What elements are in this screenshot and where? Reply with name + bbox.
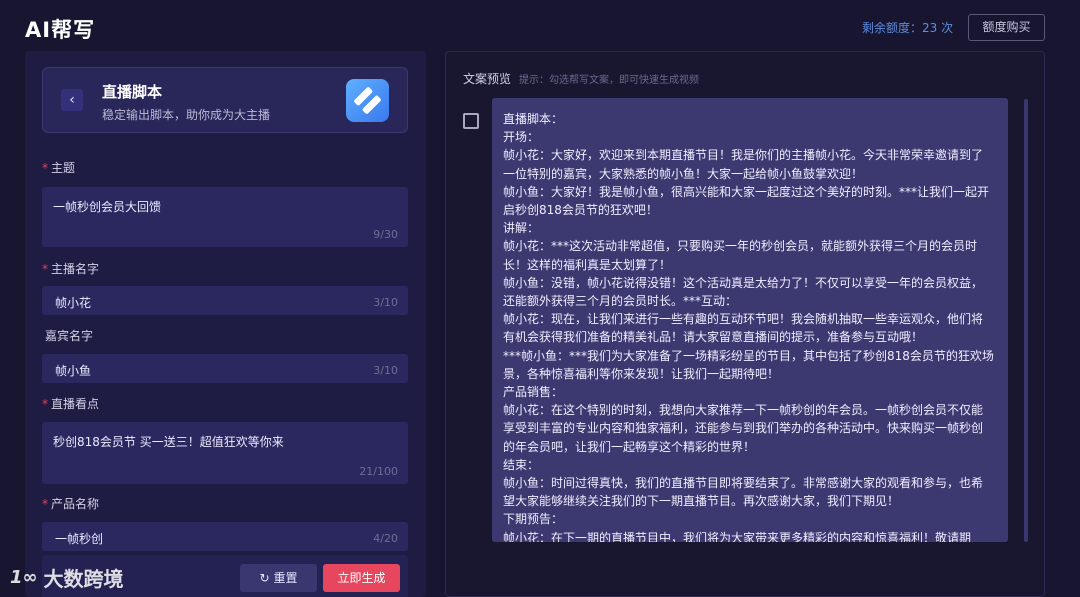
script-preview-box[interactable]: 直播脚本： 开场： 帧小花：大家好，欢迎来到本期直播节目！我是你们的主播帧小花。… xyxy=(492,98,1008,542)
host-name-input[interactable]: 帧小花 3/10 xyxy=(42,286,408,315)
select-script-checkbox[interactable] xyxy=(463,113,479,129)
product-name-label: * 产品名称 xyxy=(42,497,100,511)
back-button[interactable]: ‹ xyxy=(61,89,83,111)
topic-counter: 9/30 xyxy=(373,228,398,241)
host-name-counter: 3/10 xyxy=(373,296,398,309)
preview-label: 文案预览 xyxy=(463,72,512,86)
chevron-left-icon: ‹ xyxy=(69,92,75,108)
tool-logo-icon xyxy=(346,79,389,122)
highlights-counter: 21/100 xyxy=(359,465,398,478)
quota-text: 剩余额度：23 次 xyxy=(862,21,954,35)
script-text: 直播脚本： 开场： 帧小花：大家好，欢迎来到本期直播节目！我是你们的主播帧小花。… xyxy=(503,112,994,542)
guest-name-input[interactable]: 帧小鱼 3/10 xyxy=(42,354,408,383)
host-name-label: * 主播名字 xyxy=(42,262,100,276)
generate-button[interactable]: 立即生成 xyxy=(323,564,400,592)
reset-button[interactable]: ↻ 重置 xyxy=(240,564,317,592)
topic-input[interactable]: 一帧秒创会员大回馈 9/30 xyxy=(42,187,408,247)
topic-label: * 主题 xyxy=(42,161,76,175)
tool-header-card: ‹ 直播脚本 稳定输出脚本，助你成为大主播 xyxy=(42,67,408,133)
app-title: AI帮写 xyxy=(25,18,96,42)
guest-name-counter: 3/10 xyxy=(373,364,398,377)
watermark-logo-icon: 1∞ xyxy=(10,567,38,588)
preview-hint: 提示：勾选帮写文案，即可快速生成视频 xyxy=(519,75,699,86)
preview-panel: 文案预览 提示：勾选帮写文案，即可快速生成视频 直播脚本： 开场： 帧小花：大家… xyxy=(445,51,1045,597)
product-name-input[interactable]: 一帧秒创 4/20 xyxy=(42,522,408,551)
buy-quota-button[interactable]: 额度购买 xyxy=(968,14,1045,41)
guest-name-label: 嘉宾名字 xyxy=(45,329,94,343)
form-panel: ‹ 直播脚本 稳定输出脚本，助你成为大主播 * 主题 一帧秒创会员大回馈 9/30… xyxy=(25,51,426,597)
watermark: 1∞ 大数跨境 xyxy=(10,567,124,591)
tool-subtitle: 稳定输出脚本，助你成为大主播 xyxy=(102,108,271,122)
highlights-label: * 直播看点 xyxy=(42,397,100,411)
highlights-input[interactable]: 秒创818会员节 买一送三！超值狂欢等你来 21/100 xyxy=(42,422,408,484)
tool-title: 直播脚本 xyxy=(102,83,163,101)
refresh-icon: ↻ xyxy=(259,571,270,585)
preview-scrollbar[interactable] xyxy=(1024,99,1028,542)
product-name-counter: 4/20 xyxy=(373,532,398,545)
